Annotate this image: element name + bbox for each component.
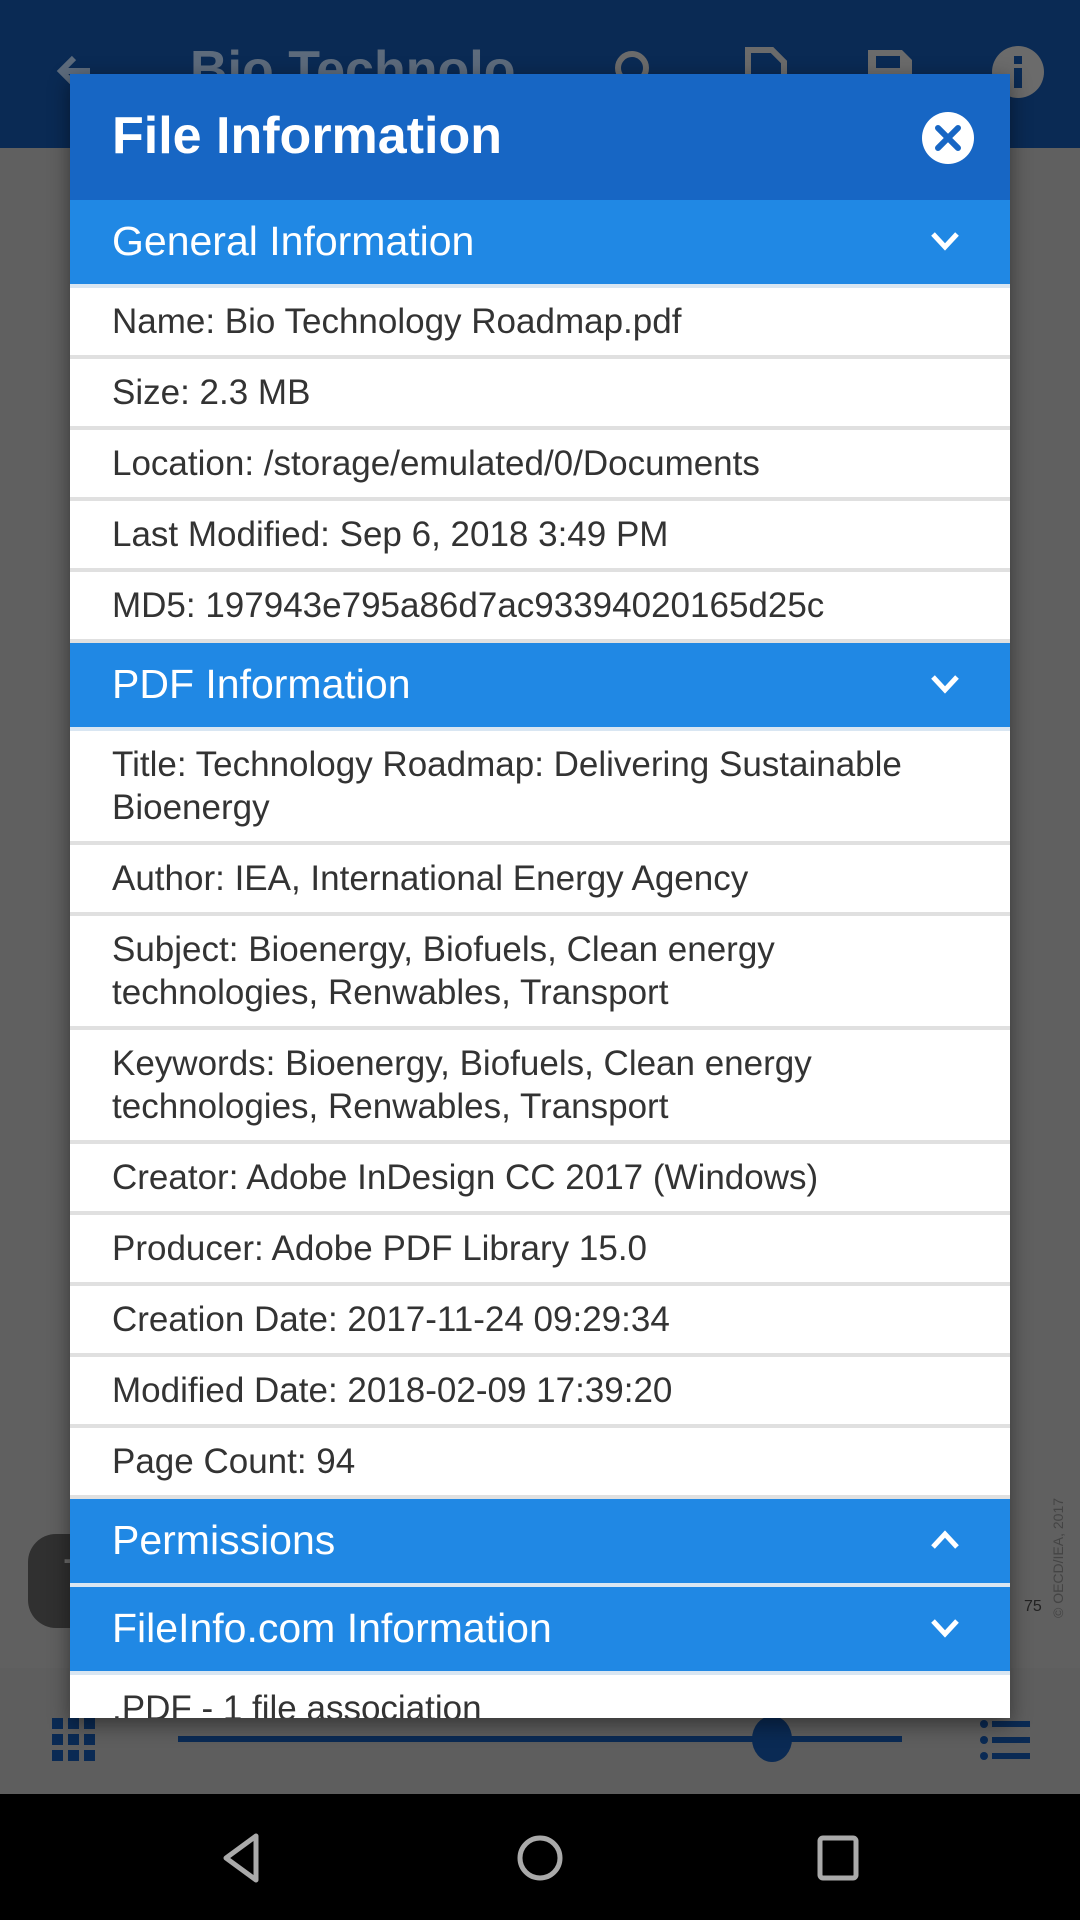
system-nav-bar [0, 1794, 1080, 1920]
info-row: Modified Date: 2018-02-09 17:39:20 [70, 1357, 1010, 1428]
info-row: Size: 2.3 MB [70, 359, 1010, 430]
section-title: PDF Information [112, 661, 411, 707]
dialog-header: File Information [70, 74, 1010, 200]
chevron-up-icon [931, 1530, 959, 1549]
info-row: Author: IEA, International Energy Agency [70, 845, 1010, 916]
section-header-pdf-information[interactable]: PDF Information [70, 643, 1010, 731]
info-row: .PDF - 1 file association [70, 1675, 1010, 1718]
info-row: Producer: Adobe PDF Library 15.0 [70, 1215, 1010, 1286]
pdf-copyright: © OECD/IEA, 2017 [1050, 1497, 1066, 1618]
home-nav-icon[interactable] [510, 1830, 570, 1886]
section-title: Permissions [112, 1517, 336, 1563]
section-title: General Information [112, 218, 475, 264]
section-header-fileinfo-com-information[interactable]: FileInfo.com Information [70, 1587, 1010, 1675]
info-row: Creation Date: 2017-11-24 09:29:34 [70, 1286, 1010, 1357]
section-header-permissions[interactable]: Permissions [70, 1499, 1010, 1587]
info-row: Last Modified: Sep 6, 2018 3:49 PM [70, 501, 1010, 572]
info-row: Name: Bio Technology Roadmap.pdf [70, 288, 1010, 359]
page-slider[interactable] [178, 1736, 902, 1742]
recents-nav-icon[interactable] [808, 1830, 868, 1886]
dialog-sections: General Information Name: Bio Technology … [70, 200, 1010, 1718]
info-row: Page Count: 94 [70, 1428, 1010, 1499]
info-row: Creator: Adobe InDesign CC 2017 (Windows… [70, 1144, 1010, 1215]
pdf-page-number: 75 [1024, 1598, 1042, 1615]
back-nav-icon[interactable] [212, 1830, 272, 1886]
grid-icon[interactable] [52, 1718, 96, 1762]
info-row: Subject: Bioenergy, Biofuels, Clean ener… [70, 916, 1010, 1030]
close-icon [935, 125, 961, 151]
info-row: Keywords: Bioenergy, Biofuels, Clean ene… [70, 1030, 1010, 1144]
list-icon[interactable] [980, 1718, 1030, 1762]
chevron-down-icon [931, 1619, 959, 1638]
section-header-general-information[interactable]: General Information [70, 200, 1010, 288]
info-row: MD5: 197943e795a86d7ac93394020165d25c [70, 572, 1010, 643]
chevron-down-icon [931, 675, 959, 694]
dialog-title: File Information [112, 107, 502, 165]
chevron-down-icon [931, 232, 959, 251]
close-button[interactable] [922, 112, 974, 164]
info-row: Title: Technology Roadmap: Delivering Su… [70, 731, 1010, 845]
page-slider-thumb[interactable] [751, 1716, 792, 1762]
info-row: Location: /storage/emulated/0/Documents [70, 430, 1010, 501]
section-title: FileInfo.com Information [112, 1605, 552, 1651]
file-information-dialog: File Information General Information Name… [70, 74, 1010, 1718]
